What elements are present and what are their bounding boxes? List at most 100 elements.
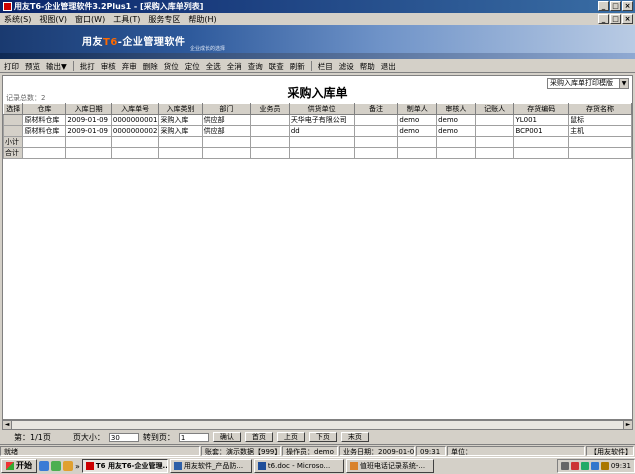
query-button[interactable]: 查询 xyxy=(248,61,263,72)
table-row[interactable]: 原材料仓库 2009-01-09 0000000002 采购入库 供应部 dd … xyxy=(3,125,632,137)
exit-button[interactable]: 退出 xyxy=(381,61,396,72)
export-button[interactable]: 输出▼ xyxy=(46,61,67,72)
menu-help[interactable]: 帮助(H) xyxy=(188,14,216,25)
help-button[interactable]: 帮助 xyxy=(360,61,375,72)
table-cell[interactable]: demo xyxy=(397,125,438,137)
table-cell[interactable]: demo xyxy=(436,125,476,137)
task-duty-phone[interactable]: 值班电话记录系统-... xyxy=(345,459,434,473)
table-cell[interactable]: 供应部 xyxy=(201,125,252,137)
child-restore-button[interactable]: □ xyxy=(610,14,621,24)
volume-icon[interactable] xyxy=(590,462,599,470)
child-minimize-button[interactable]: _ xyxy=(598,14,609,24)
col-salesman[interactable]: 业务员 xyxy=(250,103,290,115)
goto-page-input[interactable]: 1 xyxy=(178,432,209,442)
delete-button[interactable]: 删除 xyxy=(143,61,158,72)
col-warehouse[interactable]: 仓库 xyxy=(22,103,67,115)
maximize-button[interactable]: □ xyxy=(610,1,621,11)
table-cell[interactable] xyxy=(250,114,290,126)
task-t6[interactable]: T6 用友T6-企业管理... xyxy=(81,459,168,473)
col-creator[interactable]: 制单人 xyxy=(397,103,438,115)
prev-page-button[interactable]: 上页 xyxy=(276,432,305,442)
start-button[interactable]: 开始 xyxy=(1,459,37,473)
table-cell[interactable]: 2009-01-09 xyxy=(65,125,112,137)
last-page-button[interactable]: 末页 xyxy=(340,432,369,442)
table-cell[interactable] xyxy=(250,125,290,137)
select-all-button[interactable]: 全选 xyxy=(206,61,221,72)
col-remark[interactable]: 备注 xyxy=(353,103,399,115)
table-cell[interactable]: YL001 xyxy=(513,114,570,126)
page-size-input[interactable]: 30 xyxy=(108,432,139,442)
locate-button[interactable]: 定位 xyxy=(185,61,200,72)
menu-system[interactable]: 系统(S) xyxy=(4,14,31,25)
table-cell[interactable]: 原材料仓库 xyxy=(22,114,67,126)
table-cell[interactable]: 采购入库 xyxy=(158,125,203,137)
preview-button[interactable]: 预览 xyxy=(25,61,40,72)
col-select[interactable]: 选择 xyxy=(3,103,24,115)
keyboard-icon[interactable] xyxy=(560,462,569,470)
task-yonyou[interactable]: 用友软件_产品防... xyxy=(169,459,252,473)
table-cell[interactable]: 主机 xyxy=(568,125,632,137)
print-button[interactable]: 打印 xyxy=(4,61,19,72)
table-cell[interactable]: 2009-01-09 xyxy=(65,114,112,126)
minimize-button[interactable]: _ xyxy=(598,1,609,11)
confirm-button[interactable]: 确认 xyxy=(212,432,241,442)
media-icon[interactable] xyxy=(63,461,73,471)
col-doc-no[interactable]: 入库单号 xyxy=(110,103,160,115)
deselect-all-button[interactable]: 全消 xyxy=(227,61,242,72)
task-word[interactable]: t6.doc - Microso... xyxy=(253,459,344,473)
table-cell[interactable]: 0000000002 xyxy=(110,125,160,137)
table-row[interactable]: 原材料仓库 2009-01-09 0000000001 采购入库 供应部 天华电… xyxy=(3,114,632,126)
horizontal-scrollbar[interactable]: ◄ ► xyxy=(2,420,633,430)
table-cell[interactable]: 鼠标 xyxy=(568,114,632,126)
table-cell[interactable]: 0000000001 xyxy=(110,114,160,126)
menu-service[interactable]: 服务专区 xyxy=(148,14,180,25)
filter-settings-button[interactable]: 滤设 xyxy=(339,61,354,72)
unapprove-button[interactable]: 弃审 xyxy=(122,61,137,72)
quicklaunch-more-icon[interactable]: » xyxy=(75,462,80,471)
columns-button[interactable]: 栏目 xyxy=(318,61,333,72)
menu-window[interactable]: 窗口(W) xyxy=(75,14,105,25)
link-query-button[interactable]: 联查 xyxy=(269,61,284,72)
approve-button[interactable]: 审核 xyxy=(101,61,116,72)
table-cell[interactable]: 采购入库 xyxy=(158,114,203,126)
col-item-name[interactable]: 存货名称 xyxy=(568,103,632,115)
col-approver[interactable]: 审核人 xyxy=(436,103,476,115)
table-cell[interactable] xyxy=(353,125,399,137)
table-cell[interactable]: demo xyxy=(397,114,438,126)
network-icon[interactable] xyxy=(580,462,589,470)
table-cell[interactable] xyxy=(474,114,515,126)
desktop-icon[interactable] xyxy=(51,461,61,471)
child-close-button[interactable]: × xyxy=(622,14,633,24)
table-cell[interactable]: 供应部 xyxy=(201,114,252,126)
col-supplier[interactable]: 供货单位 xyxy=(288,103,355,115)
security-icon[interactable] xyxy=(600,462,609,470)
table-cell[interactable] xyxy=(353,114,399,126)
report-title: 采购入库单 xyxy=(287,86,348,100)
table-cell[interactable]: dd xyxy=(288,125,355,137)
row-select-cell[interactable] xyxy=(3,125,24,137)
first-page-button[interactable]: 首页 xyxy=(244,432,273,442)
close-button[interactable]: × xyxy=(622,1,633,11)
table-cell[interactable]: BCP001 xyxy=(513,125,570,137)
table-cell[interactable]: 原材料仓库 xyxy=(22,125,67,137)
table-cell[interactable]: demo xyxy=(436,114,476,126)
col-bookkeeper[interactable]: 记账人 xyxy=(474,103,515,115)
table-cell[interactable] xyxy=(474,125,515,137)
next-page-button[interactable]: 下页 xyxy=(308,432,337,442)
ime-icon[interactable] xyxy=(570,462,579,470)
location-button[interactable]: 货位 xyxy=(164,61,179,72)
scroll-right-icon[interactable]: ► xyxy=(623,421,632,429)
batch-print-button[interactable]: 批打 xyxy=(80,61,95,72)
menu-view[interactable]: 视图(V) xyxy=(39,14,67,25)
col-item-code[interactable]: 存货编码 xyxy=(513,103,570,115)
row-select-cell[interactable] xyxy=(3,114,24,126)
col-department[interactable]: 部门 xyxy=(201,103,252,115)
goto-page-label: 转到页： xyxy=(142,432,175,442)
scroll-left-icon[interactable]: ◄ xyxy=(3,421,12,429)
col-date[interactable]: 入库日期 xyxy=(65,103,112,115)
ie-icon[interactable] xyxy=(39,461,49,471)
menu-tools[interactable]: 工具(T) xyxy=(113,14,140,25)
refresh-button[interactable]: 刷新 xyxy=(290,61,305,72)
table-cell[interactable]: 天华电子有限公司 xyxy=(288,114,355,126)
col-type[interactable]: 入库类别 xyxy=(158,103,203,115)
